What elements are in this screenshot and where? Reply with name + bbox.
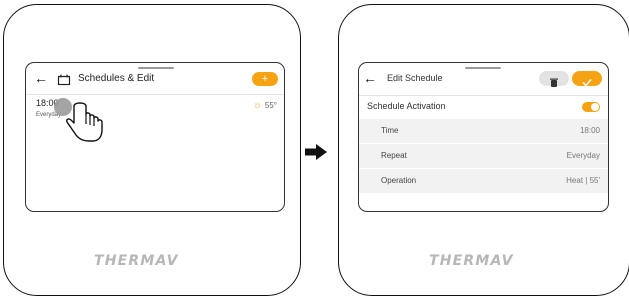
operation-value: Heat | 55' [566, 176, 600, 185]
schedule-activation-toggle[interactable] [582, 102, 600, 112]
brand-logo: THERMAV [94, 253, 179, 269]
repeat-label: Repeat [381, 151, 407, 160]
delete-button[interactable] [539, 71, 569, 87]
trash-icon [550, 74, 558, 92]
repeat-value: Everyday [566, 151, 600, 160]
edit-header: ← Edit Schedule [359, 63, 608, 95]
toggle-knob [591, 103, 599, 111]
operation-row[interactable]: Operation Heat | 55' [359, 168, 608, 193]
list-header: ← Schedules & Edit + [26, 63, 284, 95]
time-row[interactable]: Time 18:00 [359, 118, 608, 143]
screen-edit-schedule: ← Edit Schedule Schedule Activation Time… [358, 62, 609, 212]
repeat-row[interactable]: Repeat Everyday [359, 143, 608, 168]
add-schedule-button[interactable]: + [252, 72, 278, 86]
schedule-activation-row: Schedule Activation [359, 95, 608, 118]
back-arrow-icon[interactable]: ← [363, 71, 377, 85]
next-arrow-icon [305, 144, 327, 165]
check-icon [582, 74, 592, 92]
plus-icon: + [261, 73, 269, 85]
time-label: Time [381, 126, 399, 135]
page-title: Edit Schedule [387, 73, 443, 83]
device-before: ← Schedules & Edit + 18:00 Everyday ☼ 55… [3, 4, 301, 296]
schedule-temperature: 55° [264, 101, 277, 110]
brand-logo: THERMAV [429, 253, 514, 269]
device-after: ← Edit Schedule Schedule Activation Time… [338, 4, 629, 296]
back-arrow-icon[interactable]: ← [34, 71, 48, 85]
page-title: Schedules & Edit [78, 73, 155, 84]
schedule-activation-label: Schedule Activation [367, 101, 446, 111]
operation-label: Operation [381, 176, 417, 185]
save-button[interactable] [572, 71, 602, 87]
screen-schedules-list: ← Schedules & Edit + 18:00 Everyday ☼ 55… [25, 62, 285, 212]
sun-icon: ☼ [252, 100, 262, 111]
time-value: 18:00 [579, 126, 600, 135]
hand-pointer-icon [64, 101, 108, 148]
schedule-icon [57, 73, 71, 91]
